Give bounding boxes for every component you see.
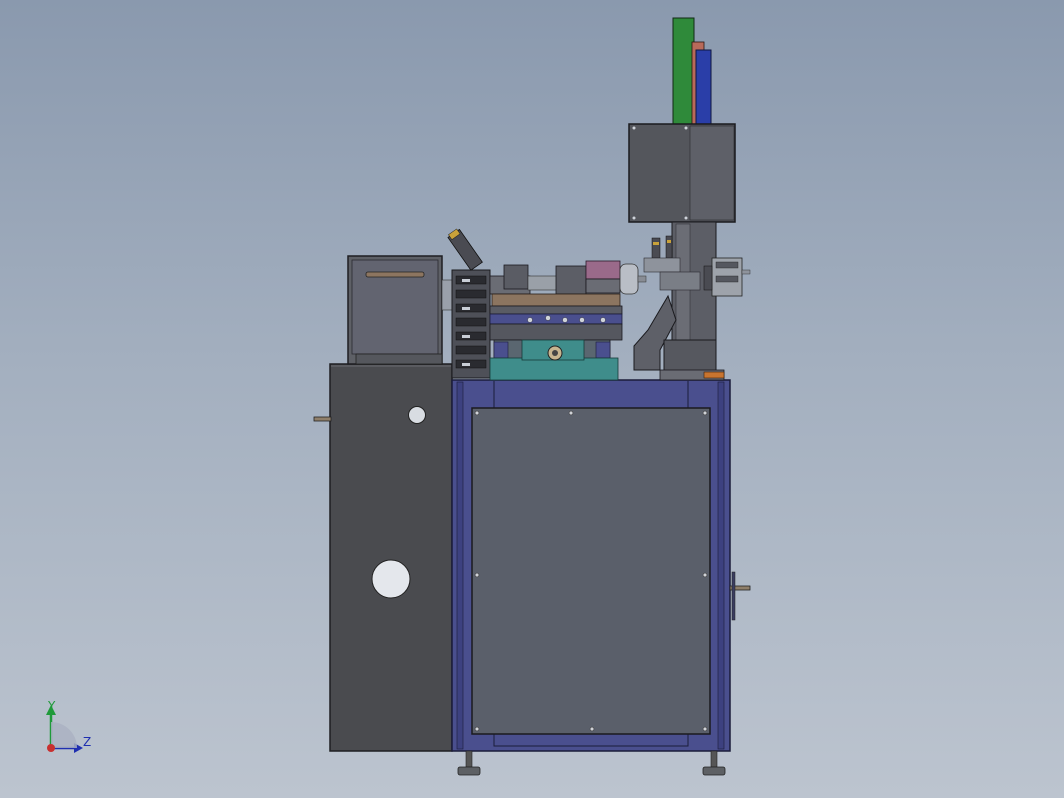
cabinet-port-small [408,406,426,424]
cabinet-handle [313,416,332,422]
triad-origin [47,744,55,752]
feeder-column [447,228,491,379]
teal-base [489,339,619,381]
green-cylinder [672,17,695,125]
coordinate-triad: Y Z [46,699,91,753]
cabinet-port-large [371,559,411,599]
spindle-assembly [489,260,647,341]
cad-viewport[interactable]: Y Z [0,0,1064,798]
purple-block [585,260,621,280]
main-frame [451,379,751,752]
housing-handle [365,271,425,278]
blue-cylinder [695,49,712,125]
left-cabinet [313,363,453,752]
triad-y-label: Y [47,699,56,713]
orange-block [703,371,725,379]
vertical-unit [628,17,751,381]
tan-plate [491,293,621,307]
leveling-feet [457,750,726,776]
triad-z-label: Z [83,735,91,749]
feeder-housing [347,255,455,365]
access-panel [471,407,711,735]
